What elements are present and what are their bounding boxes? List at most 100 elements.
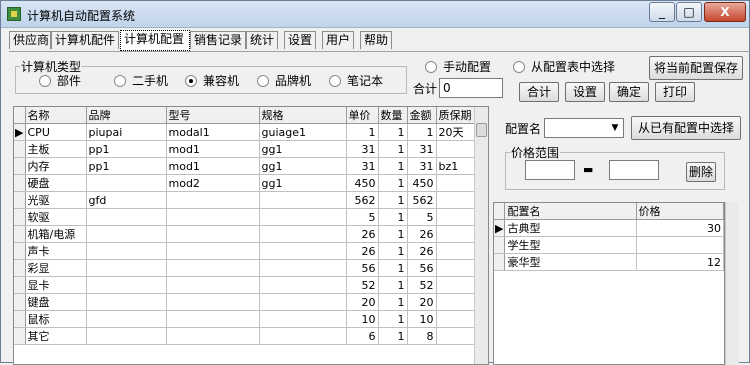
parts-table-cell[interactable]: 20	[346, 293, 379, 311]
parts-table-cell[interactable]: 1	[378, 242, 408, 260]
parts-table-cell[interactable]: gfd	[86, 191, 167, 209]
parts-table-row[interactable]: 彩显 56 1 56	[14, 259, 475, 277]
parts-table-cell[interactable]: 31	[346, 140, 379, 158]
total-field[interactable]: 0	[439, 78, 503, 98]
parts-table-row[interactable]: 其它 6 1 8	[14, 327, 475, 345]
parts-table-cell[interactable]: 1	[378, 208, 408, 226]
parts-table-cell[interactable]: CPU	[25, 123, 87, 141]
mode-radio-from-table[interactable]: 从配置表中选择	[513, 58, 615, 75]
parts-table-row[interactable]: 内存 pp1 mod1 gg1 31 1 31 bz1	[14, 157, 475, 175]
parts-table-cell[interactable]	[436, 191, 475, 209]
tab-configuration[interactable]: 计算机配置	[120, 30, 190, 51]
col-amount[interactable]: 金额	[407, 107, 437, 124]
parts-table-cell[interactable]: 软驱	[25, 208, 87, 226]
parts-table-cell[interactable]: 机箱/电源	[25, 225, 87, 243]
parts-table-cell[interactable]	[436, 208, 475, 226]
chevron-down-icon[interactable]: ▼	[607, 119, 623, 137]
parts-table-cell[interactable]: 31	[346, 157, 379, 175]
parts-table-cell[interactable]: 56	[407, 259, 437, 277]
parts-table-cell[interactable]	[166, 242, 260, 260]
parts-table-cell[interactable]	[436, 242, 475, 260]
config-table-row[interactable]: ▶ 古典型 30	[494, 219, 724, 237]
parts-table-cell[interactable]: 1	[378, 293, 408, 311]
parts-table-cell[interactable]	[86, 242, 167, 260]
print-button[interactable]: 打印	[655, 82, 695, 102]
parts-table-cell[interactable]	[166, 276, 260, 294]
parts-table-cell[interactable]	[259, 208, 347, 226]
parts-table-cell[interactable]	[166, 225, 260, 243]
parts-table-cell[interactable]: 1	[378, 276, 408, 294]
confirm-button[interactable]: 确定	[609, 82, 649, 102]
tab-settings[interactable]: 设置	[284, 31, 316, 49]
parts-table-cell[interactable]	[436, 310, 475, 328]
parts-table-cell[interactable]: 562	[407, 191, 437, 209]
parts-table-cell[interactable]: 1	[378, 191, 408, 209]
parts-table-cell[interactable]: 52	[407, 276, 437, 294]
parts-table-cell[interactable]: gg1	[259, 174, 347, 192]
col-quantity[interactable]: 数量	[378, 107, 408, 124]
col-config-price[interactable]: 价格	[636, 203, 724, 220]
parts-table-cell[interactable]: 26	[407, 242, 437, 260]
price-max-field[interactable]	[609, 160, 659, 180]
col-warranty[interactable]: 质保期	[436, 107, 475, 124]
parts-table-cell[interactable]: 光驱	[25, 191, 87, 209]
parts-table-cell[interactable]	[436, 140, 475, 158]
parts-table-cell[interactable]	[259, 191, 347, 209]
parts-table-cell[interactable]	[259, 259, 347, 277]
parts-table-cell[interactable]: 内存	[25, 157, 87, 175]
tab-users[interactable]: 用户	[322, 31, 354, 49]
col-config-name[interactable]: 配置名	[504, 203, 637, 220]
parts-table-cell[interactable]: 26	[407, 225, 437, 243]
parts-table-cell[interactable]: 450	[407, 174, 437, 192]
col-spec[interactable]: 规格	[259, 107, 347, 124]
parts-table-cell[interactable]	[259, 327, 347, 345]
parts-table-cell[interactable]: 450	[346, 174, 379, 192]
col-name[interactable]: 名称	[25, 107, 87, 124]
parts-table-cell[interactable]: 5	[346, 208, 379, 226]
parts-table-cell[interactable]: pp1	[86, 140, 167, 158]
parts-table-cell[interactable]: 10	[407, 310, 437, 328]
parts-table-row[interactable]: ▶ CPU piupai modal1 guiage1 1 1 1 20天	[14, 123, 475, 141]
parts-table-cell[interactable]: gg1	[259, 157, 347, 175]
parts-table-cell[interactable]: 31	[407, 140, 437, 158]
parts-table-cell[interactable]	[166, 310, 260, 328]
parts-table-cell[interactable]	[86, 276, 167, 294]
tab-parts[interactable]: 计算机配件	[51, 31, 119, 49]
parts-table-cell[interactable]	[86, 225, 167, 243]
parts-table-cell[interactable]: 20天	[436, 123, 475, 141]
parts-table-row[interactable]: 鼠标 10 1 10	[14, 310, 475, 328]
parts-table-cell[interactable]: 6	[346, 327, 379, 345]
settings-button[interactable]: 设置	[565, 82, 605, 102]
parts-table-cell[interactable]: 1	[378, 327, 408, 345]
parts-table-cell[interactable]: 1	[378, 123, 408, 141]
config-table-cell[interactable]: 古典型	[504, 219, 637, 237]
parts-table-cell[interactable]	[436, 174, 475, 192]
parts-table-cell[interactable]: 20	[407, 293, 437, 311]
parts-table-row[interactable]: 声卡 26 1 26	[14, 242, 475, 260]
parts-table-cell[interactable]: 鼠标	[25, 310, 87, 328]
parts-grid[interactable]: 名称 品牌 型号 规格 单价 数量 金额 质保期 ▶ CPU piupai modal…	[13, 106, 489, 365]
parts-table-cell[interactable]: guiage1	[259, 123, 347, 141]
config-scrollbar[interactable]	[725, 202, 739, 365]
parts-table-cell[interactable]	[436, 293, 475, 311]
parts-table-cell[interactable]: 1	[378, 225, 408, 243]
tab-help[interactable]: 帮助	[360, 31, 392, 49]
parts-table-cell[interactable]: 1	[378, 140, 408, 158]
parts-table-cell[interactable]	[259, 225, 347, 243]
parts-table-cell[interactable]: 1	[378, 174, 408, 192]
parts-table-cell[interactable]: 其它	[25, 327, 87, 345]
parts-table-cell[interactable]: bz1	[436, 157, 475, 175]
parts-table-cell[interactable]	[259, 310, 347, 328]
col-brand[interactable]: 品牌	[86, 107, 167, 124]
parts-table-cell[interactable]	[86, 310, 167, 328]
price-min-field[interactable]	[525, 160, 575, 180]
parts-table-cell[interactable]	[436, 225, 475, 243]
type-radio-parts[interactable]: 部件	[39, 72, 81, 89]
type-radio-compatible[interactable]: 兼容机	[185, 72, 239, 89]
parts-table-cell[interactable]	[166, 293, 260, 311]
parts-table-cell[interactable]	[166, 191, 260, 209]
parts-table-cell[interactable]: mod1	[166, 157, 260, 175]
config-table-row[interactable]: 学生型	[494, 236, 724, 254]
parts-table-cell[interactable]: 1	[378, 157, 408, 175]
config-table-cell[interactable]	[636, 236, 724, 254]
